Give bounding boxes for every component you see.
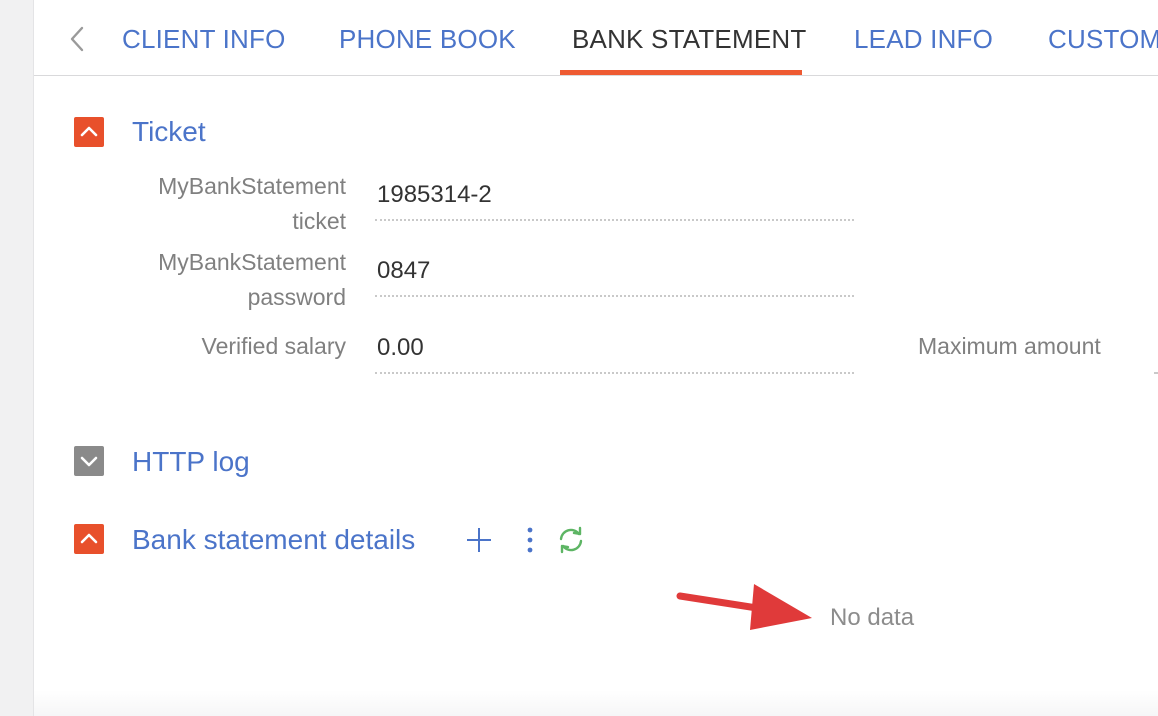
salary-field[interactable]: 0.00	[375, 330, 854, 374]
tab-bank-statement[interactable]: BANK STATEMENT	[572, 22, 806, 56]
tab-bar: CLIENT INFO PHONE BOOK BANK STATEMENT LE…	[34, 0, 1158, 76]
bank-details-section-title[interactable]: Bank statement details	[132, 522, 415, 558]
chevron-up-icon	[80, 533, 98, 544]
password-field[interactable]: 0847	[375, 253, 854, 297]
ticket-field-label-line2: ticket	[292, 208, 346, 234]
bank-details-toggle-button[interactable]	[74, 524, 104, 554]
refresh-icon[interactable]	[556, 526, 586, 559]
ticket-field-label-line1: MyBankStatement	[158, 173, 346, 199]
tab-phone-book[interactable]: PHONE BOOK	[339, 22, 516, 56]
chevron-down-icon	[80, 456, 98, 467]
left-panel-edge	[0, 0, 34, 716]
max-amount-field-label: Maximum amount	[918, 333, 1101, 359]
chevron-left-icon[interactable]	[64, 24, 92, 54]
password-field-label-line2: password	[247, 284, 346, 310]
tab-lead-info[interactable]: LEAD INFO	[854, 22, 993, 56]
max-amount-field[interactable]	[1154, 330, 1158, 374]
page: CLIENT INFO PHONE BOOK BANK STATEMENT LE…	[0, 0, 1158, 716]
active-tab-indicator	[560, 70, 802, 75]
http-log-section-title[interactable]: HTTP log	[132, 444, 250, 480]
ticket-section-title[interactable]: Ticket	[132, 114, 206, 150]
ticket-field[interactable]: 1985314-2	[375, 177, 854, 221]
plus-icon[interactable]	[464, 525, 494, 560]
password-field-label-line1: MyBankStatement	[158, 249, 346, 275]
tab-customer[interactable]: CUSTOMI	[1048, 22, 1158, 56]
ticket-toggle-button[interactable]	[74, 117, 104, 147]
annotation-arrow-icon	[670, 578, 820, 643]
http-log-toggle-button[interactable]	[74, 446, 104, 476]
chevron-up-icon	[80, 126, 98, 137]
tab-client-info[interactable]: CLIENT INFO	[122, 22, 286, 56]
bottom-edge	[34, 690, 1158, 716]
empty-state-text: No data	[830, 604, 915, 631]
more-vertical-icon[interactable]	[520, 525, 540, 560]
salary-field-label: Verified salary	[201, 333, 346, 359]
